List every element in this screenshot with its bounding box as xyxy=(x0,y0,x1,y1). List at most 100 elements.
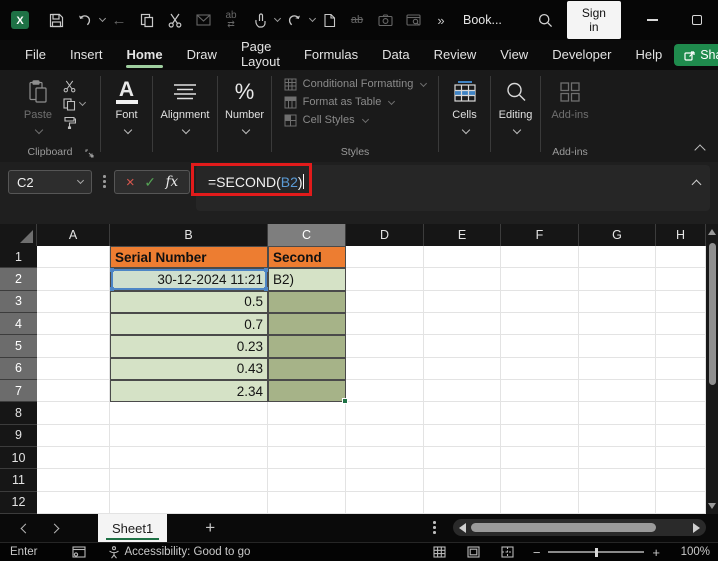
cell-F12[interactable] xyxy=(501,491,579,514)
cell-H11[interactable] xyxy=(656,469,706,492)
cell-B8[interactable] xyxy=(110,402,268,425)
cell-A12[interactable] xyxy=(37,491,110,514)
column-header-A[interactable]: A xyxy=(37,224,110,246)
more-commands-icon[interactable]: » xyxy=(427,6,455,34)
conditional-formatting-button[interactable]: Conditional Formatting xyxy=(284,77,428,91)
print-preview-icon[interactable] xyxy=(399,6,427,34)
zoom-slider-thumb[interactable] xyxy=(595,547,598,557)
cell-B11[interactable] xyxy=(110,469,268,492)
strikethrough-icon[interactable]: ab xyxy=(343,6,371,34)
cell-G3[interactable] xyxy=(579,290,656,313)
column-header-C[interactable]: C xyxy=(268,224,346,246)
row-header-1[interactable]: 1 xyxy=(0,246,37,269)
menu-tab-data[interactable]: Data xyxy=(370,42,421,69)
cell-E7[interactable] xyxy=(424,379,501,403)
enter-formula-button[interactable]: ✓ xyxy=(144,175,156,189)
column-header-G[interactable]: G xyxy=(579,224,656,246)
sign-in-button[interactable]: Sign in xyxy=(566,1,621,39)
column-header-D[interactable]: D xyxy=(346,224,424,246)
alignment-button[interactable]: Alignment xyxy=(153,70,217,162)
cell-H4[interactable] xyxy=(656,312,706,336)
select-all-button[interactable] xyxy=(0,224,37,246)
undo-icon[interactable] xyxy=(70,6,98,34)
zoom-out-button[interactable]: − xyxy=(525,545,549,560)
menu-tab-file[interactable]: File xyxy=(13,42,58,69)
cell-F6[interactable] xyxy=(501,357,579,380)
collapse-formula-bar-icon[interactable] xyxy=(691,179,702,190)
cell-B9[interactable] xyxy=(110,424,268,447)
cell-B5[interactable]: 0.23 xyxy=(110,335,268,358)
mail-icon[interactable] xyxy=(189,6,217,34)
cell-A11[interactable] xyxy=(37,469,110,492)
cell-F11[interactable] xyxy=(501,469,579,492)
cell-E6[interactable] xyxy=(424,357,501,380)
menu-tab-help[interactable]: Help xyxy=(623,42,674,69)
cell-H2[interactable] xyxy=(656,268,706,291)
cell-D1[interactable] xyxy=(346,246,424,269)
menu-tab-home[interactable]: Home xyxy=(114,42,174,69)
cell-A2[interactable] xyxy=(37,268,110,291)
cell-C3[interactable] xyxy=(268,290,346,313)
cell-B12[interactable] xyxy=(110,491,268,514)
cell-B10[interactable] xyxy=(110,446,268,470)
column-header-H[interactable]: H xyxy=(656,224,706,246)
cell-B6[interactable]: 0.43 xyxy=(110,357,268,380)
sheet-options-icon[interactable] xyxy=(433,521,436,534)
screenshot-icon[interactable] xyxy=(371,6,399,34)
cell-B4[interactable]: 0.7 xyxy=(110,312,268,336)
cell-B7[interactable]: 2.34 xyxy=(110,379,268,403)
menu-tab-formulas[interactable]: Formulas xyxy=(292,42,370,69)
cell-C10[interactable] xyxy=(268,446,346,470)
insert-function-button[interactable]: fx xyxy=(166,174,179,190)
page-break-view-button[interactable] xyxy=(491,546,525,558)
scroll-right-icon[interactable] xyxy=(693,522,700,533)
cell-H8[interactable] xyxy=(656,402,706,425)
cells-button[interactable]: Cells xyxy=(439,70,490,162)
cell-A9[interactable] xyxy=(37,424,110,447)
cell-G2[interactable] xyxy=(579,268,656,291)
format-as-table-button[interactable]: Format as Table xyxy=(284,95,427,109)
cell-D7[interactable] xyxy=(346,379,424,403)
copy-icon[interactable] xyxy=(133,6,161,34)
menu-tab-view[interactable]: View xyxy=(488,42,540,69)
cell-C12[interactable] xyxy=(268,491,346,514)
cell-D3[interactable] xyxy=(346,290,424,313)
cell-F8[interactable] xyxy=(501,402,579,425)
cell-F9[interactable] xyxy=(501,424,579,447)
cell-G11[interactable] xyxy=(579,469,656,492)
cell-F3[interactable] xyxy=(501,290,579,313)
cell-E11[interactable] xyxy=(424,469,501,492)
menu-tab-insert[interactable]: Insert xyxy=(58,42,115,69)
name-box[interactable]: C2 xyxy=(8,170,92,194)
zoom-level[interactable]: 100% xyxy=(668,546,710,558)
row-header-4[interactable]: 4 xyxy=(0,312,37,336)
cell-A1[interactable] xyxy=(37,246,110,269)
cell-G4[interactable] xyxy=(579,312,656,336)
column-header-B[interactable]: B xyxy=(110,224,268,246)
column-header-F[interactable]: F xyxy=(501,224,579,246)
vertical-scrollbar-thumb[interactable] xyxy=(708,243,716,385)
save-icon[interactable] xyxy=(42,6,70,34)
cell-A7[interactable] xyxy=(37,379,110,403)
row-header-10[interactable]: 10 xyxy=(0,446,37,470)
cell-B2[interactable]: 30-12-2024 11:21 xyxy=(110,268,268,291)
number-button[interactable]: % Number xyxy=(218,70,271,162)
cell-D2[interactable] xyxy=(346,268,424,291)
cell-G10[interactable] xyxy=(579,446,656,470)
cell-F7[interactable] xyxy=(501,379,579,403)
next-sheet-icon[interactable] xyxy=(49,523,60,533)
cell-E12[interactable] xyxy=(424,491,501,514)
zoom-in-button[interactable]: + xyxy=(644,545,668,560)
previous-sheet-icon[interactable] xyxy=(20,523,31,533)
scroll-up-icon[interactable] xyxy=(708,229,716,235)
redo-icon[interactable] xyxy=(280,6,308,34)
cell-C9[interactable] xyxy=(268,424,346,447)
menu-tab-developer[interactable]: Developer xyxy=(540,42,623,69)
excel-logo-icon[interactable]: X xyxy=(6,6,34,34)
cell-A10[interactable] xyxy=(37,446,110,470)
cell-E9[interactable] xyxy=(424,424,501,447)
horizontal-scrollbar[interactable] xyxy=(453,519,706,536)
search-icon[interactable] xyxy=(538,13,553,28)
cell-D9[interactable] xyxy=(346,424,424,447)
normal-view-button[interactable] xyxy=(423,546,457,558)
